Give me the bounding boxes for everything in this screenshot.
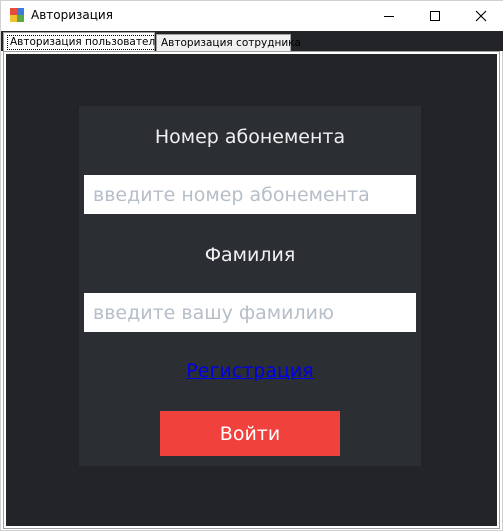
tab-strip: Авторизация пользователя Авторизация сот… [1, 31, 503, 51]
login-panel: Номер абонемента Фамилия Регистрация Вой… [79, 106, 421, 466]
tab-page: Номер абонемента Фамилия Регистрация Вой… [3, 51, 500, 529]
tab-label: Авторизация сотрудника [161, 37, 301, 49]
surname-label: Фамилия [204, 244, 296, 266]
login-button[interactable]: Войти [160, 411, 340, 456]
close-icon [475, 10, 487, 22]
subscription-number-input[interactable] [84, 175, 416, 214]
tab-content: Номер абонемента Фамилия Регистрация Вой… [6, 54, 497, 526]
window-title: Авторизация [31, 8, 113, 22]
tab-label: Авторизация пользователя [7, 34, 165, 50]
maximize-icon [430, 11, 440, 21]
window: Авторизация Авторизация пользователя Авт… [0, 0, 503, 531]
minimize-button[interactable] [366, 1, 412, 31]
tab-user-auth[interactable]: Авторизация пользователя [3, 32, 165, 51]
minimize-icon [384, 15, 394, 17]
surname-input[interactable] [84, 293, 416, 332]
register-link[interactable]: Регистрация [186, 360, 313, 382]
close-button[interactable] [458, 1, 503, 31]
title-bar[interactable]: Авторизация [1, 1, 503, 31]
app-window-icon [10, 8, 24, 22]
tab-staff-auth[interactable]: Авторизация сотрудника [156, 34, 301, 51]
register-link-container: Регистрация [79, 360, 421, 382]
subscription-number-label: Номер абонемента [154, 126, 346, 148]
maximize-button[interactable] [412, 1, 458, 31]
